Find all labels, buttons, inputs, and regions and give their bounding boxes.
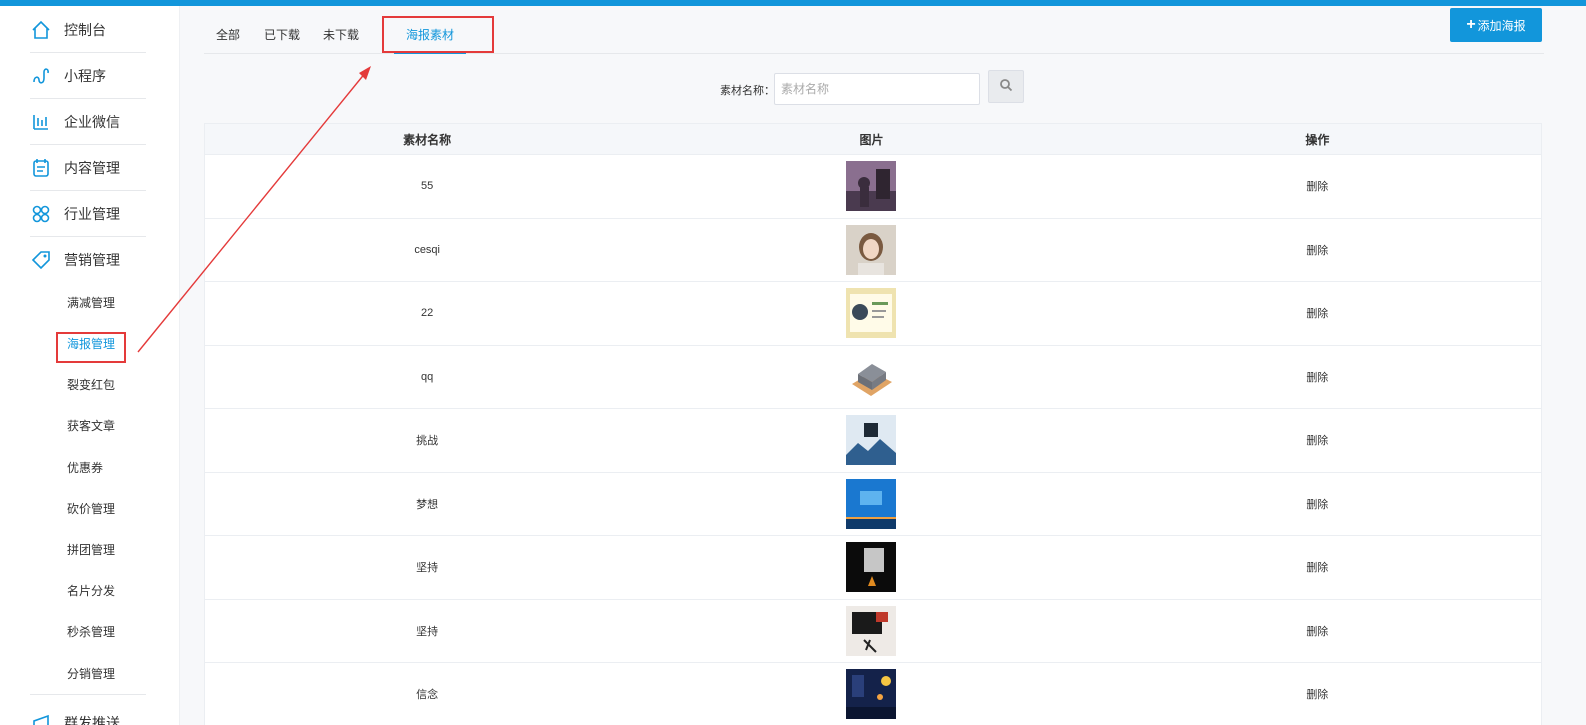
delete-link[interactable]: 删除 (1094, 686, 1541, 702)
content-icon (30, 157, 52, 179)
search-button[interactable] (988, 70, 1024, 103)
sidebar-subitem-bargain[interactable]: 砍价管理 (67, 499, 115, 519)
material-name: 信念 (416, 689, 439, 702)
table-row: qq 删除 (205, 346, 1541, 409)
sidebar-item-label: 企业微信 (64, 113, 120, 130)
material-name: 坚持 (416, 562, 439, 575)
delete-link[interactable]: 删除 (1094, 242, 1541, 258)
broadcast-icon (30, 712, 52, 725)
sidebar-subitem-red-packet[interactable]: 裂变红包 (67, 375, 115, 395)
sidebar-subitem-discount[interactable]: 满减管理 (67, 293, 115, 313)
sidebar-item-content[interactable]: 内容管理 (30, 145, 146, 191)
delete-link[interactable]: 删除 (1094, 305, 1541, 321)
sidebar-subitem-card-share[interactable]: 名片分发 (67, 581, 115, 601)
column-header-action: 操作 (1305, 132, 1330, 147)
sidebar-item-label: 行业管理 (64, 205, 120, 222)
material-name: 梦想 (416, 498, 439, 511)
poster-thumbnail (846, 161, 897, 212)
sidebar-item-enterprise-wechat[interactable]: 企业微信 (30, 99, 146, 145)
sidebar-item-label: 内容管理 (64, 159, 120, 176)
home-icon (30, 19, 52, 41)
table-row: 挑战 删除 (205, 409, 1541, 473)
sidebar-subitem-distribution[interactable]: 分销管理 (67, 664, 115, 684)
table-header: 素材名称 图片 操作 (205, 124, 1541, 155)
column-header-name: 素材名称 (403, 132, 452, 147)
tab-not-downloaded[interactable]: 未下载 (323, 26, 359, 43)
delete-link[interactable]: 删除 (1094, 432, 1541, 448)
search-label: 素材名称： (720, 85, 775, 97)
enterprise-wechat-icon (30, 111, 52, 133)
poster-thumbnail (846, 415, 897, 466)
add-poster-button[interactable]: + 添加海报 (1450, 8, 1542, 42)
table-row: 信念 删除 (205, 663, 1541, 725)
poster-thumbnail (846, 478, 897, 529)
column-header-image: 图片 (859, 132, 884, 147)
material-name: cesqi (414, 243, 440, 256)
poster-thumbnail (846, 288, 897, 339)
annotation-highlight-box (382, 16, 494, 53)
delete-link[interactable]: 删除 (1094, 178, 1541, 194)
delete-link[interactable]: 删除 (1094, 369, 1541, 385)
search-icon (999, 78, 1013, 95)
mini-program-icon (30, 65, 52, 87)
table-row: 坚持 删除 (205, 536, 1541, 600)
poster-thumbnail (846, 605, 897, 656)
poster-thumbnail (846, 669, 897, 720)
tag-icon (30, 249, 52, 271)
delete-link[interactable]: 删除 (1094, 496, 1541, 512)
sidebar-item-label: 小程序 (64, 67, 106, 84)
table-row: 22 删除 (205, 282, 1541, 346)
sidebar-item-mini-program[interactable]: 小程序 (30, 53, 146, 99)
sidebar-subitem-article[interactable]: 获客文章 (67, 416, 115, 436)
sidebar-item-industry[interactable]: 行业管理 (30, 191, 146, 237)
sidebar-subitem-group-buy[interactable]: 拼团管理 (67, 540, 115, 560)
tab-all[interactable]: 全部 (216, 26, 240, 43)
tab-downloaded[interactable]: 已下载 (264, 26, 300, 43)
poster-thumbnail (846, 224, 897, 275)
sidebar-item-marketing[interactable]: 营销管理 (30, 237, 146, 283)
table-row: 梦想 删除 (205, 473, 1541, 536)
sidebar-item-dashboard[interactable]: 控制台 (30, 7, 146, 53)
table-row: 坚持 删除 (205, 600, 1541, 663)
poster-thumbnail (846, 542, 897, 593)
delete-link[interactable]: 删除 (1094, 559, 1541, 575)
sidebar-subitem-coupon[interactable]: 优惠券 (67, 458, 103, 478)
sidebar-item-broadcast[interactable]: 群发推送 (30, 700, 146, 725)
sidebar-item-label: 营销管理 (64, 252, 120, 268)
annotation-highlight-box (56, 332, 126, 363)
material-name: 坚持 (416, 625, 439, 638)
poster-thumbnail (846, 351, 897, 402)
delete-link[interactable]: 删除 (1094, 623, 1541, 639)
main-content: 全部 已下载 未下载 海报素材 + 添加海报 素材名称： 素材名称 图片 操作 … (180, 6, 1586, 725)
industry-icon (30, 203, 52, 225)
plus-icon: + (1466, 16, 1476, 33)
material-name: 55 (421, 180, 434, 193)
material-table: 素材名称 图片 操作 55 删除 cesqi 删除 22 删除 qq 删除 挑战… (204, 123, 1542, 725)
table-row: cesqi 删除 (205, 219, 1541, 282)
sidebar-subitem-flash-sale[interactable]: 秒杀管理 (67, 622, 115, 642)
sidebar: 控制台 小程序 企业微信 内容管理 行业管理 营销管理 满减管理 海报管理 裂变… (0, 6, 180, 725)
sidebar-divider (30, 694, 146, 695)
material-name: 挑战 (416, 435, 439, 448)
material-name: qq (421, 370, 434, 383)
table-row: 55 删除 (205, 155, 1541, 219)
sidebar-item-label: 群发推送 (64, 715, 120, 725)
material-name: 22 (421, 307, 434, 320)
add-poster-label: 添加海报 (1477, 18, 1526, 33)
search-input[interactable] (774, 73, 980, 105)
tab-bar: 全部 已下载 未下载 海报素材 (204, 16, 1544, 54)
sidebar-item-label: 控制台 (64, 21, 106, 38)
